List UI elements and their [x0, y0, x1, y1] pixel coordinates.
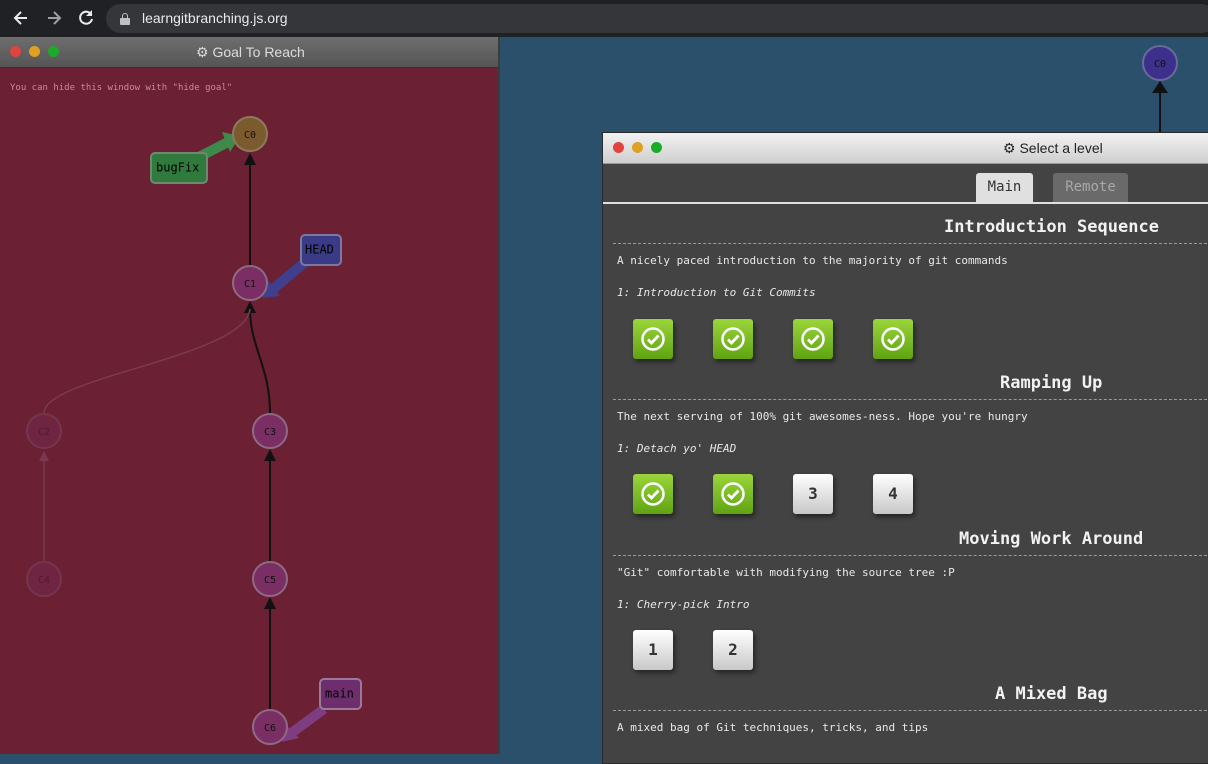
tab-remote[interactable]: Remote: [1053, 173, 1128, 202]
level-button-intro-2[interactable]: [713, 319, 753, 359]
minimize-icon[interactable]: [632, 142, 643, 153]
browser-toolbar: learngitbranching.js.org: [0, 0, 1208, 37]
selected-level-name: 1: Introduction to Git Commits: [617, 286, 816, 299]
url-text: learngitbranching.js.org: [142, 10, 288, 26]
goal-title: ⚙ Goal To Reach: [196, 44, 305, 60]
main-branch-tag[interactable]: main: [282, 678, 362, 742]
svg-text:C2: C2: [38, 427, 50, 438]
sequence-title: Ramping Up: [1000, 373, 1103, 393]
level-button-rampup-1[interactable]: [633, 474, 673, 514]
sequence-divider: [613, 243, 1207, 244]
svg-text:C5: C5: [264, 575, 276, 586]
lock-icon: [120, 13, 130, 25]
svg-text:C6: C6: [264, 723, 276, 734]
level-select-window: ⚙ Select a level Main Remote Introductio…: [602, 132, 1208, 764]
selected-level-name: 1: Cherry-pick Intro: [617, 598, 750, 611]
checkmark-icon: [641, 482, 665, 506]
level-button-intro-4[interactable]: [873, 319, 913, 359]
level-button-rampup-2[interactable]: [713, 474, 753, 514]
checkmark-icon: [881, 327, 905, 351]
commit-node-c2[interactable]: C2: [26, 413, 62, 449]
close-icon[interactable]: [613, 142, 624, 153]
minimize-icon[interactable]: [29, 46, 40, 57]
reload-icon[interactable]: [76, 8, 96, 28]
sequence-title: Moving Work Around: [959, 529, 1144, 549]
commit-node-c0[interactable]: C0: [232, 116, 268, 152]
checkmark-icon: [721, 327, 745, 351]
bugfix-branch-label: bugFix: [156, 161, 199, 175]
goal-titlebar[interactable]: ⚙ Goal To Reach: [0, 37, 498, 68]
sequence-divider: [613, 710, 1207, 711]
svg-text:C4: C4: [38, 575, 50, 586]
tab-main[interactable]: Main: [976, 173, 1033, 202]
head-ref-tag[interactable]: HEAD: [262, 234, 342, 298]
goal-window: ⚙ Goal To Reach You can hide this window…: [0, 37, 500, 754]
level-button-rampup-3[interactable]: 3: [793, 474, 833, 514]
back-arrow-icon[interactable]: [11, 8, 31, 28]
maximize-icon[interactable]: [651, 142, 662, 153]
sequence-title: Introduction Sequence: [944, 217, 1159, 237]
checkmark-icon: [801, 327, 825, 351]
level-button-rampup-4[interactable]: 4: [873, 474, 913, 514]
address-bar[interactable]: learngitbranching.js.org: [106, 4, 1208, 33]
sequence-description: A mixed bag of Git techniques, tricks, a…: [617, 721, 929, 734]
sequence-title: A Mixed Bag: [995, 684, 1108, 704]
level-titlebar[interactable]: ⚙ Select a level: [603, 133, 1208, 164]
close-icon[interactable]: [10, 46, 21, 57]
forward-arrow-icon[interactable]: [44, 8, 64, 28]
level-button-intro-1[interactable]: [633, 319, 673, 359]
commit-node-c1[interactable]: C1: [232, 265, 268, 301]
level-button-moving-2[interactable]: 2: [713, 630, 753, 670]
checkmark-icon: [641, 327, 665, 351]
svg-text:C3: C3: [264, 427, 276, 438]
level-tabs: Main Remote: [603, 164, 1208, 204]
level-button-moving-1[interactable]: 1: [633, 630, 673, 670]
svg-text:C0: C0: [244, 130, 256, 141]
level-window-title: ⚙ Select a level: [1003, 140, 1103, 156]
commit-node-c6[interactable]: C6: [252, 709, 288, 745]
head-ref-label: HEAD: [305, 243, 334, 257]
commit-node-c5[interactable]: C5: [252, 561, 288, 597]
sequence-description: A nicely paced introduction to the major…: [617, 254, 1008, 267]
maximize-icon[interactable]: [48, 46, 59, 57]
sequence-description: "Git" comfortable with modifying the sou…: [617, 566, 955, 579]
remote-commit-label: C0: [1154, 59, 1166, 70]
checkmark-icon: [721, 482, 745, 506]
commit-node-c4[interactable]: C4: [26, 561, 62, 597]
selected-level-name: 1: Detach yo' HEAD: [617, 442, 737, 455]
commit-node-c3[interactable]: C3: [252, 413, 288, 449]
level-button-intro-3[interactable]: [793, 319, 833, 359]
sequence-description: The next serving of 100% git awesomes-ne…: [617, 410, 1028, 423]
svg-text:C1: C1: [244, 279, 256, 290]
sequence-divider: [613, 399, 1207, 400]
main-branch-label: main: [325, 687, 354, 701]
bugfix-branch-tag[interactable]: bugFix: [150, 132, 240, 184]
sequence-divider: [613, 555, 1207, 556]
